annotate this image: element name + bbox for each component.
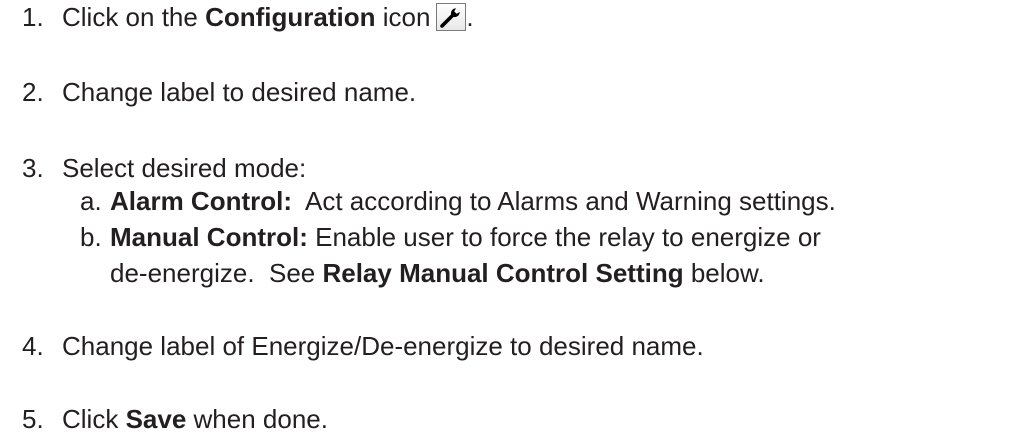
step-text: Select desired mode: <box>62 153 307 183</box>
alarm-control-label: Alarm Control: <box>110 186 292 216</box>
step-1: 1. Click on the Configuration icon. <box>22 0 474 35</box>
substep-text: de-energize. See <box>110 258 323 288</box>
substep-text: Enable user to force the relay to energi… <box>307 222 821 252</box>
step-number: 1. <box>22 2 44 32</box>
step-number: 3. <box>22 153 44 183</box>
substep-letter: a. <box>80 186 102 216</box>
step-number: 4. <box>22 331 44 361</box>
step-text: Click on the <box>62 2 206 32</box>
step-2: 2. Change label to desired name. <box>22 74 416 110</box>
step-4: 4. Change label of Energize/De-energize t… <box>22 328 704 364</box>
substep-a: a. Alarm Control: Act according to Alarms… <box>80 183 836 219</box>
wrench-icon <box>436 3 467 31</box>
substep-text: below. <box>683 258 765 288</box>
step-text: icon <box>375 2 431 32</box>
step-5: 5. Click Save when done. <box>22 401 328 437</box>
configuration-label: Configuration <box>205 2 376 32</box>
substep-letter: b. <box>80 222 102 252</box>
relay-manual-control-setting-label: Relay Manual Control Setting <box>322 258 684 288</box>
step-number: 2. <box>22 77 44 107</box>
step-text: Change label of Energize/De-energize to … <box>62 331 704 361</box>
step-text: Click <box>62 404 126 434</box>
step-text: Change label to desired name. <box>62 77 417 107</box>
step-number: 5. <box>22 404 44 434</box>
manual-control-label: Manual Control: <box>110 222 308 252</box>
step-3: 3. Select desired mode: <box>22 150 306 186</box>
substep-b-continuation: de-energize. See Relay Manual Control Se… <box>110 255 765 291</box>
substep-text: Act according to Alarms and Warning sett… <box>292 186 836 216</box>
step-text: when done. <box>186 404 328 434</box>
substep-b: b. Manual Control: Enable user to force t… <box>80 219 821 255</box>
save-label: Save <box>125 404 187 434</box>
step-text: . <box>466 2 474 32</box>
instructions-document: 1. Click on the Configuration icon. 2. Cha… <box>0 0 1017 436</box>
